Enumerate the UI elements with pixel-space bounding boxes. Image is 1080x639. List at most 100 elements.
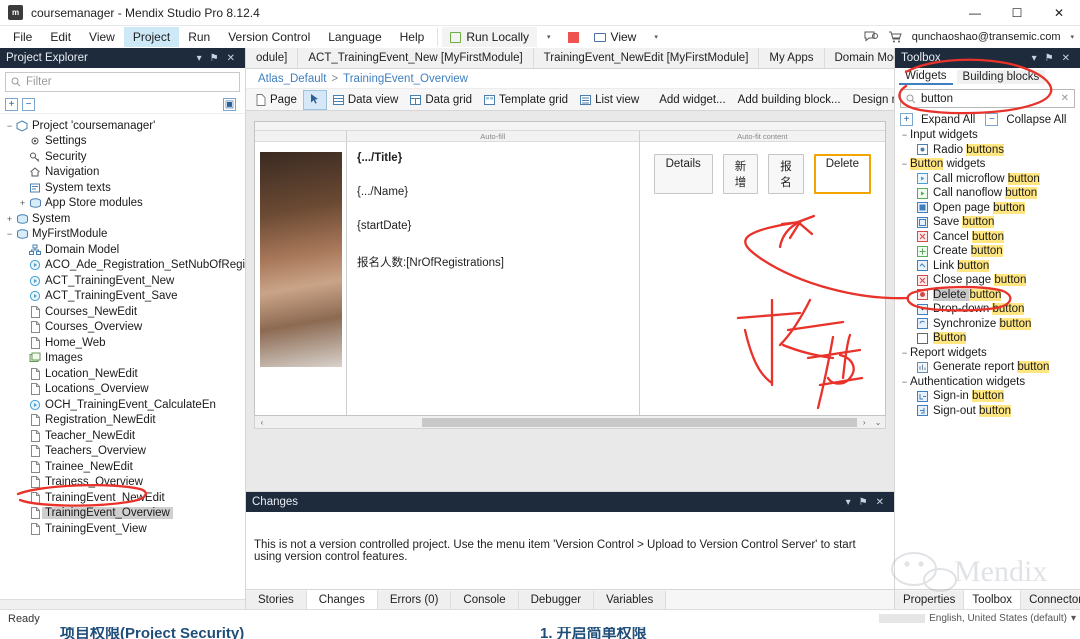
scroll-thumb[interactable] bbox=[422, 417, 858, 427]
tab-widgets[interactable]: Widgets bbox=[899, 69, 953, 85]
menu-run[interactable]: Run bbox=[179, 27, 219, 47]
toolbox-bottom-tab-connector[interactable]: Connector bbox=[1021, 591, 1080, 609]
expand-all-label[interactable]: Expand All bbox=[921, 114, 975, 126]
bottom-tab-changes[interactable]: Changes bbox=[306, 590, 378, 609]
tree-item-aco-ade-registration-setnubofregi[interactable]: ACO_Ade_Registration_SetNubOfRegi bbox=[0, 258, 245, 274]
close-icon[interactable]: ✕ bbox=[223, 53, 239, 64]
group-toggle-icon[interactable]: − bbox=[899, 130, 910, 140]
tree-item-home-web[interactable]: Home_Web bbox=[0, 335, 245, 351]
run-dropdown-caret-icon[interactable]: ▾ bbox=[537, 33, 561, 41]
maximize-button[interactable]: ☐ bbox=[996, 0, 1038, 26]
widget-item-sign-in-button[interactable]: Sign-in button bbox=[895, 389, 1080, 404]
chevron-down-icon[interactable]: ▾ bbox=[842, 497, 855, 508]
widget-item-close-page-button[interactable]: Close page button bbox=[895, 273, 1080, 288]
canvas-button-[interactable]: 新增 bbox=[722, 154, 759, 194]
tree-toggle-icon[interactable]: + bbox=[17, 198, 28, 208]
widget-group-input-widgets[interactable]: − Input widgets bbox=[895, 128, 1080, 143]
widget-group-button-widgets[interactable]: − Button widgets bbox=[895, 157, 1080, 172]
editor-tab-4[interactable]: Domain Model [MyFirstM bbox=[824, 48, 894, 68]
widget-item-sign-out-button[interactable]: Sign-out button bbox=[895, 404, 1080, 419]
menu-project[interactable]: Project bbox=[123, 27, 180, 47]
sync-icon[interactable]: ▣ bbox=[223, 98, 236, 111]
collapse-all-button[interactable]: − bbox=[22, 98, 35, 111]
canvas-field-2[interactable]: {startDate} bbox=[357, 220, 629, 232]
tree-item-registration-newedit[interactable]: Registration_NewEdit bbox=[0, 413, 245, 429]
menu-edit[interactable]: Edit bbox=[41, 27, 80, 47]
bottom-tab-console[interactable]: Console bbox=[451, 591, 519, 609]
menu-language[interactable]: Language bbox=[319, 27, 390, 47]
page-button[interactable]: Page bbox=[250, 90, 303, 110]
feedback-icon[interactable] bbox=[864, 31, 878, 43]
account-email[interactable]: qunchaoshao@transemic.com bbox=[912, 31, 1061, 43]
widget-item-save-button[interactable]: Save button bbox=[895, 215, 1080, 230]
editor-tab-3[interactable]: My Apps bbox=[759, 48, 825, 68]
editor-tab-0[interactable]: odule] bbox=[246, 48, 299, 68]
canvas-field-1[interactable]: {.../Name} bbox=[357, 186, 629, 198]
tree-item-settings[interactable]: Settings bbox=[0, 134, 245, 150]
tree-item-system[interactable]: + System bbox=[0, 211, 245, 227]
group-toggle-icon[interactable]: − bbox=[899, 348, 910, 358]
tree-item-locations-overview[interactable]: Locations_Overview bbox=[0, 382, 245, 398]
canvas-field-0[interactable]: {.../Title} bbox=[357, 152, 629, 164]
close-button[interactable]: ✕ bbox=[1038, 0, 1080, 26]
tree-toggle-icon[interactable]: − bbox=[4, 229, 15, 239]
tree-item-trainingevent-newedit[interactable]: TrainingEvent_NewEdit bbox=[0, 490, 245, 506]
breadcrumb-root[interactable]: Atlas_Default bbox=[258, 73, 326, 85]
tree-toggle-icon[interactable]: + bbox=[4, 214, 15, 224]
list-view-button[interactable]: List view bbox=[574, 90, 645, 110]
widget-item-link-button[interactable]: Link button bbox=[895, 259, 1080, 274]
template-grid-button[interactable]: Template grid bbox=[478, 90, 574, 110]
widget-item-call-nanoflow-button[interactable]: Call nanoflow button bbox=[895, 186, 1080, 201]
tree-item-courses-newedit[interactable]: Courses_NewEdit bbox=[0, 304, 245, 320]
tree-item-act-trainingevent-new[interactable]: ACT_TrainingEvent_New bbox=[0, 273, 245, 289]
left-scrollbar[interactable] bbox=[0, 599, 245, 609]
tree-item-navigation[interactable]: Navigation bbox=[0, 165, 245, 181]
minimize-button[interactable]: — bbox=[954, 0, 996, 26]
tree-item-project-coursemanager[interactable]: − Project 'coursemanager' bbox=[0, 118, 245, 134]
bottom-tab-variables[interactable]: Variables bbox=[594, 591, 667, 609]
widget-item-create-button[interactable]: Create button bbox=[895, 244, 1080, 259]
pin-icon[interactable]: ⚑ bbox=[855, 497, 872, 508]
tree-toggle-icon[interactable]: − bbox=[4, 121, 15, 131]
bottom-tab-stories[interactable]: Stories bbox=[246, 591, 307, 609]
canvas-button-details[interactable]: Details bbox=[653, 154, 713, 194]
close-icon[interactable]: ✕ bbox=[1058, 53, 1074, 64]
widget-item-generate-report-button[interactable]: Generate report button bbox=[895, 360, 1080, 375]
pointer-tool-button[interactable] bbox=[302, 89, 327, 110]
app-store-cart-icon[interactable] bbox=[888, 31, 902, 43]
expand-all-button[interactable]: + bbox=[5, 98, 18, 111]
tree-item-courses-overview[interactable]: Courses_Overview bbox=[0, 320, 245, 336]
tree-item-images[interactable]: Images bbox=[0, 351, 245, 367]
tab-building-blocks[interactable]: Building blocks bbox=[956, 70, 1046, 84]
collapse-all-label[interactable]: Collapse All bbox=[1006, 114, 1066, 126]
collapse-all-icon[interactable]: − bbox=[985, 113, 999, 126]
scroll-left-arrow-icon[interactable]: ‹ bbox=[255, 418, 269, 427]
add-building-block-button[interactable]: Add building block... bbox=[732, 90, 847, 110]
clear-search-icon[interactable]: ✕ bbox=[1061, 93, 1069, 104]
view-dropdown-caret-icon[interactable]: ▾ bbox=[644, 33, 668, 41]
widget-group-authentication-widgets[interactable]: − Authentication widgets bbox=[895, 375, 1080, 390]
tree-item-och-trainingevent-calculateen[interactable]: OCH_TrainingEvent_CalculateEn bbox=[0, 397, 245, 413]
tree-item-location-newedit[interactable]: Location_NewEdit bbox=[0, 366, 245, 382]
menu-version-control[interactable]: Version Control bbox=[219, 27, 319, 47]
close-icon[interactable]: ✕ bbox=[872, 497, 888, 508]
tree-item-security[interactable]: Security bbox=[0, 149, 245, 165]
account-caret-icon[interactable]: ▾ bbox=[1070, 33, 1074, 41]
chevron-down-icon[interactable]: ▾ bbox=[193, 53, 206, 64]
canvas-button-delete[interactable]: Delete bbox=[813, 154, 871, 194]
bottom-tab-errors-0[interactable]: Errors (0) bbox=[377, 591, 452, 609]
data-grid-button[interactable]: Data grid bbox=[404, 90, 478, 110]
canvas-button-[interactable]: 报名 bbox=[768, 154, 804, 194]
tree-item-teachers-overview[interactable]: Teachers_Overview bbox=[0, 444, 245, 460]
menu-help[interactable]: Help bbox=[391, 27, 434, 47]
toolbox-search-input[interactable]: button ✕ bbox=[900, 89, 1075, 108]
add-widget-button[interactable]: Add widget... bbox=[653, 90, 731, 110]
menu-file[interactable]: File bbox=[4, 27, 41, 47]
group-toggle-icon[interactable]: − bbox=[899, 377, 910, 387]
tree-item-system-texts[interactable]: System texts bbox=[0, 180, 245, 196]
toolbox-bottom-tab-toolbox[interactable]: Toolbox bbox=[964, 590, 1022, 609]
editor-tab-1[interactable]: ACT_TrainingEvent_New [MyFirstModule] bbox=[298, 48, 534, 68]
tree-item-trainingevent-overview[interactable]: TrainingEvent_Overview bbox=[0, 506, 245, 522]
tree-item-teacher-newedit[interactable]: Teacher_NewEdit bbox=[0, 428, 245, 444]
widget-item-cancel-button[interactable]: Cancel button bbox=[895, 230, 1080, 245]
